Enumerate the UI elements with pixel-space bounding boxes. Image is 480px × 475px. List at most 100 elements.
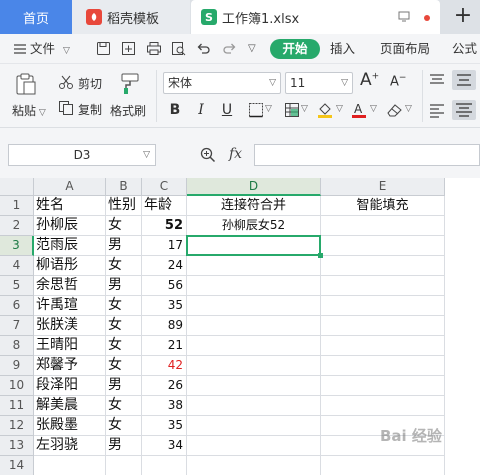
save-icon[interactable]	[96, 41, 112, 57]
row-header-11[interactable]: 11	[0, 396, 34, 416]
cell-e11[interactable]	[321, 396, 445, 416]
cell-b7[interactable]: 女	[106, 316, 142, 336]
cell-b11[interactable]: 女	[106, 396, 142, 416]
fill-color-icon[interactable]	[316, 101, 334, 122]
menu-page-layout[interactable]: 页面布局	[380, 34, 430, 64]
cell-d5[interactable]	[187, 276, 321, 296]
cell-d14[interactable]	[187, 456, 321, 475]
cell-a6[interactable]: 许禹瑄	[34, 296, 106, 316]
cell-e14[interactable]	[321, 456, 445, 475]
column-header-b[interactable]: B	[106, 178, 142, 196]
cell-a14[interactable]	[34, 456, 106, 475]
cell-d3[interactable]	[187, 236, 321, 256]
eraser-icon[interactable]	[386, 102, 404, 121]
column-header-c[interactable]: C	[142, 178, 187, 196]
cell-e6[interactable]	[321, 296, 445, 316]
cell-a10[interactable]: 段泽阳	[34, 376, 106, 396]
column-header-e[interactable]: E	[321, 178, 445, 196]
cell-b9[interactable]: 女	[106, 356, 142, 376]
cell-c12[interactable]: 35	[142, 416, 187, 436]
cell-b12[interactable]: 女	[106, 416, 142, 436]
name-box[interactable]: D3 ▽	[8, 144, 156, 166]
cell-d2[interactable]: 孙柳辰女52	[187, 216, 321, 236]
cell-e5[interactable]	[321, 276, 445, 296]
chevron-down-icon[interactable]: ▽	[265, 104, 272, 114]
row-header-9[interactable]: 9	[0, 356, 34, 376]
bold-button[interactable]: B	[165, 100, 185, 120]
cell-d10[interactable]	[187, 376, 321, 396]
cell-c7[interactable]: 89	[142, 316, 187, 336]
cell-a13[interactable]: 左羽骁	[34, 436, 106, 456]
cell-b10[interactable]: 男	[106, 376, 142, 396]
cell-a8[interactable]: 王晴阳	[34, 336, 106, 356]
cell-e1[interactable]: 智能填充	[321, 196, 445, 216]
cell-b5[interactable]: 男	[106, 276, 142, 296]
cell-b8[interactable]: 女	[106, 336, 142, 356]
cell-b1[interactable]: 性别	[106, 196, 142, 216]
italic-button[interactable]: I	[191, 100, 211, 120]
export-pdf-icon[interactable]	[121, 41, 137, 57]
cell-d13[interactable]	[187, 436, 321, 456]
print-preview-icon[interactable]	[171, 41, 187, 57]
cell-e9[interactable]	[321, 356, 445, 376]
cell-a5[interactable]: 余思哲	[34, 276, 106, 296]
cell-c13[interactable]: 34	[142, 436, 187, 456]
cell-e8[interactable]	[321, 336, 445, 356]
cell-a1[interactable]: 姓名	[34, 196, 106, 216]
cell-d4[interactable]	[187, 256, 321, 276]
paste-button[interactable]: 粘贴 ▽	[12, 102, 46, 119]
chevron-down-icon[interactable]: ▽	[370, 104, 377, 114]
tab-home[interactable]: 首页	[0, 0, 72, 34]
undo-icon[interactable]	[196, 41, 212, 57]
format-painter-button[interactable]: 格式刷	[110, 102, 146, 119]
row-header-4[interactable]: 4	[0, 256, 34, 276]
row-header-14[interactable]: 14	[0, 456, 34, 475]
formula-input[interactable]	[254, 144, 480, 166]
insert-function-button[interactable]: fx	[229, 146, 242, 162]
row-header-10[interactable]: 10	[0, 376, 34, 396]
cell-c10[interactable]: 26	[142, 376, 187, 396]
row-header-13[interactable]: 13	[0, 436, 34, 456]
cell-c14[interactable]	[142, 456, 187, 475]
paste-icon[interactable]	[14, 72, 38, 99]
cell-c4[interactable]: 24	[142, 256, 187, 276]
cell-style-icon[interactable]	[284, 102, 300, 121]
row-header-2[interactable]: 2	[0, 216, 34, 236]
menu-start[interactable]: 开始	[270, 39, 320, 59]
customize-chevron-icon[interactable]: ▽	[248, 41, 264, 57]
grow-font-button[interactable]: A+	[360, 70, 379, 90]
cell-e7[interactable]	[321, 316, 445, 336]
cell-b4[interactable]: 女	[106, 256, 142, 276]
cell-d12[interactable]	[187, 416, 321, 436]
cell-c11[interactable]: 38	[142, 396, 187, 416]
font-size-select[interactable]: 11 ▽	[285, 72, 353, 94]
cell-d9[interactable]	[187, 356, 321, 376]
row-header-6[interactable]: 6	[0, 296, 34, 316]
cell-c6[interactable]: 35	[142, 296, 187, 316]
tab-workbook[interactable]: S 工作簿1.xlsx	[191, 0, 440, 34]
screen-icon[interactable]	[398, 10, 410, 25]
cell-a7[interactable]: 张朕渼	[34, 316, 106, 336]
cut-button[interactable]: 剪切	[78, 75, 102, 92]
align-middle-icon[interactable]	[452, 70, 476, 90]
cell-c3[interactable]: 17	[142, 236, 187, 256]
cell-c1[interactable]: 年龄	[142, 196, 187, 216]
tab-daoke-template[interactable]: 稻壳模板	[72, 0, 190, 34]
font-name-select[interactable]: 宋体 ▽	[163, 72, 281, 94]
chevron-down-icon[interactable]: ▽	[336, 104, 343, 114]
fill-handle[interactable]	[318, 253, 323, 258]
row-header-8[interactable]: 8	[0, 336, 34, 356]
font-color-icon[interactable]: A	[350, 101, 368, 122]
row-header-3[interactable]: 3	[0, 236, 34, 256]
cell-b2[interactable]: 女	[106, 216, 142, 236]
underline-button[interactable]: U	[217, 100, 237, 120]
cell-d6[interactable]	[187, 296, 321, 316]
chevron-down-icon[interactable]: ▽	[405, 104, 412, 114]
cell-d1[interactable]: 连接符合并	[187, 196, 321, 216]
row-header-7[interactable]: 7	[0, 316, 34, 336]
cell-a9[interactable]: 郑馨予	[34, 356, 106, 376]
cell-a4[interactable]: 柳语彤	[34, 256, 106, 276]
redo-icon[interactable]	[222, 41, 238, 57]
cell-e3[interactable]	[321, 236, 445, 256]
print-icon[interactable]	[146, 41, 162, 57]
